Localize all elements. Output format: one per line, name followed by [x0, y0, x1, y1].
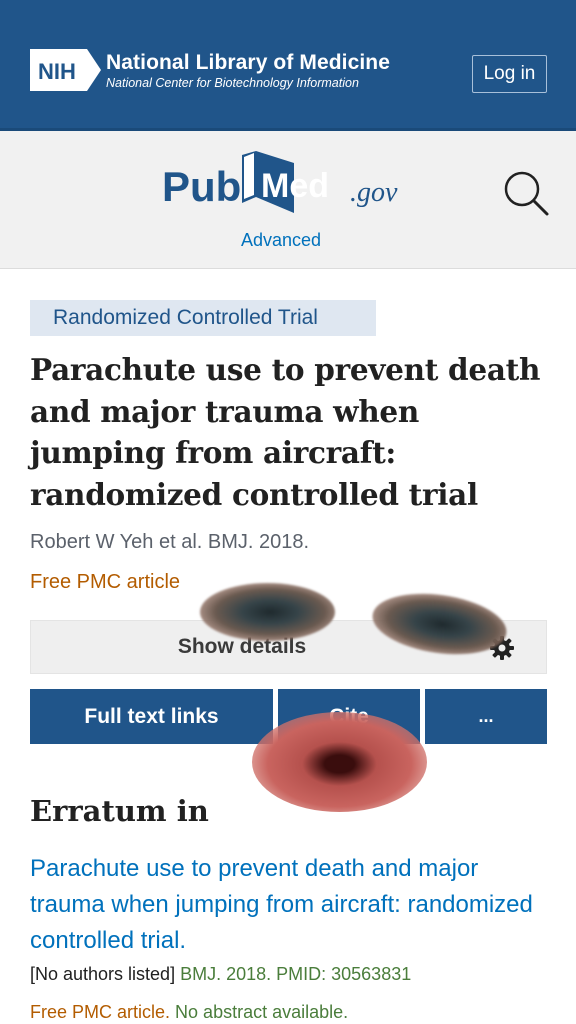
article-citation: Robert W Yeh et al. BMJ. 2018. [30, 531, 310, 553]
erratum-article-link[interactable]: Parachute use to prevent death and major… [30, 851, 550, 959]
erratum-authors: [No authors listed] [30, 964, 176, 984]
erratum-heading: Erratum in [30, 794, 209, 828]
more-actions-button[interactable]: ... [425, 689, 547, 744]
pubmed-bar: Pub Med .gov Advanced [0, 131, 576, 269]
svg-text:NIH: NIH [38, 59, 76, 84]
cite-button[interactable]: Cite [278, 689, 420, 744]
erratum-abstract-note: No abstract available. [175, 1002, 349, 1022]
erratum-free-line: Free PMC article. No abstract available. [30, 1002, 348, 1023]
nih-header: NIH National Library of Medicine Nationa… [0, 0, 576, 131]
show-details-button[interactable]: Show details [30, 620, 547, 674]
gear-icon[interactable] [489, 635, 515, 661]
show-details-label: Show details [177, 635, 307, 658]
nih-logo-icon[interactable]: NIH [30, 49, 101, 91]
svg-text:Pub: Pub [162, 163, 241, 210]
svg-text:Med: Med [261, 167, 329, 205]
svg-text:.gov: .gov [350, 177, 398, 208]
advanced-search-link[interactable]: Advanced [0, 230, 562, 251]
search-icon[interactable] [500, 169, 550, 219]
nih-subtitle: National Center for Biotechnology Inform… [106, 76, 359, 90]
erratum-free-pmc: Free PMC article. [30, 1002, 171, 1022]
login-button[interactable]: Log in [472, 55, 547, 93]
full-text-links-button[interactable]: Full text links [30, 689, 273, 744]
erratum-meta: [No authors listed] BMJ. 2018. PMID: 305… [30, 964, 411, 985]
publication-type-badge: Randomized Controlled Trial [30, 300, 376, 336]
erratum-journal-info: BMJ. 2018. PMID: 30563831 [180, 964, 412, 984]
free-pmc-label: Free PMC article [30, 571, 181, 593]
pubmed-logo[interactable]: Pub Med .gov [160, 147, 420, 217]
article-title: Parachute use to prevent death and major… [30, 352, 541, 512]
nih-title: National Library of Medicine [106, 51, 391, 74]
